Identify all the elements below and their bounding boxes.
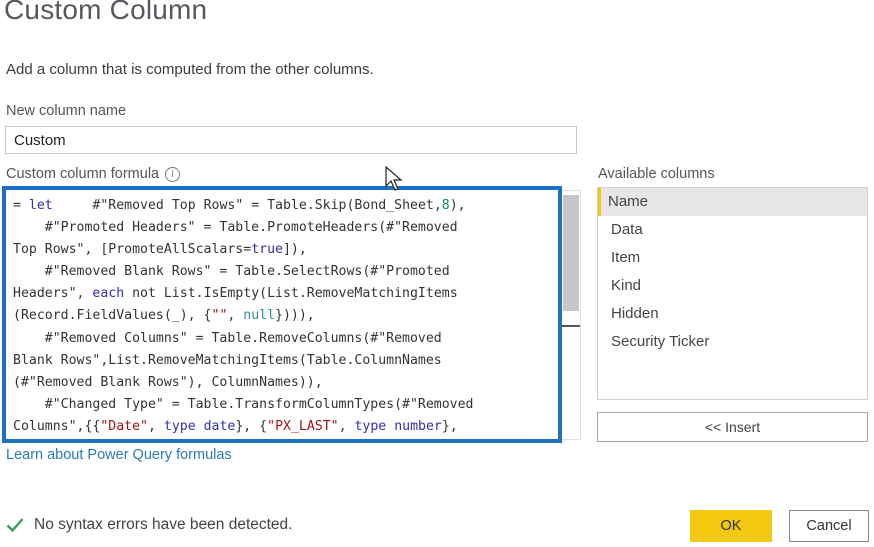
- formula-line: (#"Removed Blank Rows"), ColumnNames)),: [13, 372, 558, 394]
- formula-token: [196, 419, 204, 434]
- formula-line: = let #"Removed Top Rows" = Table.Skip(B…: [13, 195, 558, 217]
- formula-code[interactable]: = let #"Removed Top Rows" = Table.Skip(B…: [6, 190, 558, 438]
- formula-editor[interactable]: = let #"Removed Top Rows" = Table.Skip(B…: [2, 186, 562, 443]
- formula-token-kw: type: [163, 418, 196, 434]
- formula-token: Headers",: [13, 286, 93, 302]
- formula-token: #"Removed Columns" = Table.RemoveColumns…: [13, 330, 442, 346]
- formula-token-num: 8: [441, 198, 450, 213]
- formula-token-kw: each: [92, 286, 125, 302]
- available-column-item[interactable]: Item: [598, 244, 867, 272]
- formula-token: (#"Removed Blank Rows"), ColumnNames)),: [13, 374, 323, 390]
- formula-token: "Removed Top Rows": [100, 198, 244, 213]
- formula-token: ,: [338, 418, 355, 434]
- learn-power-query-link[interactable]: Learn about Power Query formulas: [6, 447, 232, 463]
- formula-token: }, {: [235, 418, 268, 434]
- dialog-subtitle: Add a column that is computed from the o…: [6, 61, 374, 78]
- custom-column-dialog: Custom Column Add a column that is compu…: [0, 0, 874, 547]
- formula-label-text: Custom column formula: [6, 166, 160, 182]
- formula-scroll-thumb[interactable]: [563, 195, 579, 311]
- available-columns-list[interactable]: Name Data Item Kind Hidden Security Ticker: [597, 187, 868, 400]
- check-icon: [6, 518, 24, 533]
- formula-token: ),: [449, 198, 466, 213]
- formula-token: #"Changed Type" = Table.TransformColumnT…: [13, 396, 474, 412]
- formula-token-nul: null: [243, 308, 276, 324]
- available-column-item[interactable]: Data: [598, 216, 867, 244]
- available-column-item[interactable]: Security Ticker: [598, 328, 867, 356]
- formula-line: #"Promoted Headers" = Table.PromoteHeade…: [13, 217, 558, 239]
- syntax-status: No syntax errors have been detected.: [6, 516, 292, 534]
- formula-token: not List.IsEmpty(List.RemoveMatchingItem…: [124, 286, 458, 302]
- available-column-item[interactable]: Hidden: [598, 300, 867, 328]
- formula-line: (Record.FieldValues(_), {"", null}))),: [13, 305, 558, 327]
- formula-token-kw: let: [28, 198, 53, 213]
- formula-token: },: [441, 418, 458, 434]
- formula-label: Custom column formula i: [6, 166, 181, 182]
- formula-token: #"Promoted Headers" = Table.PromoteHeade…: [13, 220, 458, 236]
- formula-token-str: "Date": [100, 418, 148, 434]
- formula-line: #"Removed Blank Rows" = Table.SelectRows…: [13, 261, 558, 283]
- formula-line: Columns",{{"Date", type date}, {"PX_LAST…: [13, 416, 558, 438]
- formula-token: =: [13, 198, 29, 213]
- syntax-status-text: No syntax errors have been detected.: [34, 516, 293, 533]
- formula-scrollbar[interactable]: [562, 190, 581, 440]
- formula-line: Headers", each not List.IsEmpty(List.Rem…: [13, 283, 558, 305]
- formula-token: Top Rows", [PromoteAllScalars=: [13, 242, 252, 258]
- formula-token: }))),: [275, 308, 315, 324]
- new-column-name-input[interactable]: [5, 126, 577, 154]
- formula-token: (Record.FieldValues(_), {: [13, 308, 212, 324]
- formula-token-kw: date: [203, 418, 236, 434]
- formula-token-kw: type: [354, 418, 387, 434]
- mouse-pointer-icon: [385, 166, 403, 191]
- formula-token: ]),: [282, 242, 307, 258]
- formula-line: #"Removed Columns" = Table.RemoveColumns…: [13, 328, 558, 350]
- cancel-button[interactable]: Cancel: [789, 510, 869, 542]
- formula-token-kw: true: [251, 242, 283, 258]
- formula-token: ,: [227, 308, 244, 324]
- available-columns-label: Available columns: [598, 166, 715, 182]
- insert-button[interactable]: << Insert: [597, 412, 868, 442]
- formula-token: ,: [147, 418, 164, 434]
- ok-button[interactable]: OK: [690, 510, 772, 542]
- formula-line: #"Changed Type" = Table.TransformColumnT…: [13, 394, 558, 416]
- formula-line: Top Rows", [PromoteAllScalars=true]),: [13, 239, 558, 261]
- formula-token: #: [52, 198, 101, 213]
- info-icon[interactable]: i: [165, 167, 181, 182]
- formula-scroll-divider: [562, 325, 580, 327]
- formula-token: [386, 419, 394, 434]
- formula-line: Blank Rows",List.RemoveMatchingItems(Tab…: [13, 350, 558, 372]
- formula-token-str: "": [211, 308, 228, 324]
- formula-token: = Table.Skip(Bond_Sheet,: [243, 198, 442, 213]
- dialog-title: Custom Column: [4, 0, 208, 25]
- new-column-name-label: New column name: [6, 103, 127, 119]
- formula-token-str: "PX_LAST": [267, 418, 339, 434]
- formula-token: Columns",{{: [13, 418, 101, 434]
- formula-token: Blank Rows",List.RemoveMatchingItems(Tab…: [13, 352, 442, 368]
- available-column-item[interactable]: Name: [598, 188, 867, 216]
- formula-token: #"Removed Blank Rows" = Table.SelectRows…: [13, 264, 450, 280]
- formula-token-kw: number: [394, 418, 442, 434]
- available-column-item[interactable]: Kind: [598, 272, 867, 300]
